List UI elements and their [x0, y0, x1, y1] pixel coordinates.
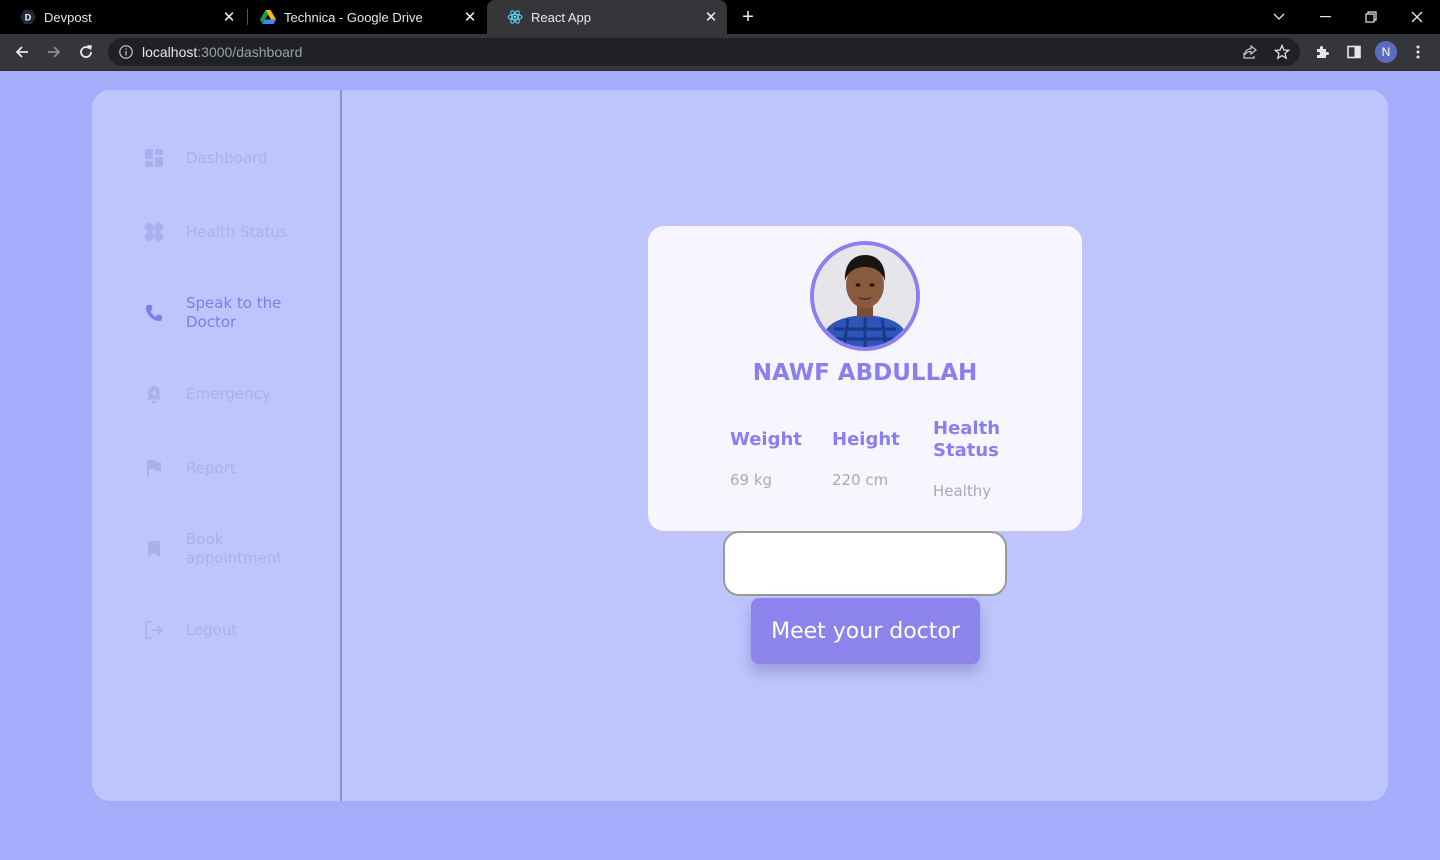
tab-title: Devpost: [44, 9, 92, 25]
sidebar-item-label: Speak to the Doctor: [186, 294, 282, 331]
sidebar: Dashboard Health Status Speak to the Doc…: [92, 90, 342, 801]
browser-tab-strip: D Devpost ✕ Technica - Google Drive ✕ Re…: [0, 0, 1440, 34]
close-tab-icon[interactable]: ✕: [460, 7, 480, 27]
minimize-icon[interactable]: [1302, 0, 1348, 34]
url-text: localhost:3000/dashboard: [142, 44, 303, 60]
sidebar-item-label: Report: [186, 458, 236, 477]
sidebar-item-dashboard[interactable]: Dashboard: [144, 148, 324, 168]
browser-menu-icon[interactable]: [1406, 40, 1430, 64]
flag-icon: [144, 458, 164, 478]
devpost-icon: D: [20, 9, 36, 25]
sidebar-item-health-status[interactable]: Health Status: [144, 222, 324, 242]
health-status-label: Health Status: [933, 418, 1001, 461]
sidebar-item-report[interactable]: Report: [144, 458, 324, 478]
patient-name: NAWF ABDULLAH: [752, 360, 978, 386]
weight-value: 69 kg: [730, 471, 773, 489]
tab-search-icon[interactable]: [1256, 0, 1302, 34]
tab-title: React App: [531, 9, 591, 25]
forward-icon[interactable]: [40, 38, 68, 66]
browser-toolbar: localhost:3000/dashboard: [0, 34, 1440, 71]
react-icon: [507, 9, 523, 25]
tab-react-app[interactable]: React App ✕: [487, 0, 727, 34]
alarm-bell-icon: [144, 384, 164, 404]
height-value: 220 cm: [832, 471, 889, 489]
address-bar[interactable]: localhost:3000/dashboard: [108, 38, 1300, 66]
profile-card: NAWF ABDULLAH Weight 69 kg Height 220 cm…: [648, 226, 1082, 531]
sidebar-item-emergency[interactable]: Emergency: [144, 384, 324, 404]
height-label: Height: [832, 429, 900, 450]
tab-title: Technica - Google Drive: [284, 9, 423, 25]
sidebar-item-book-appointment[interactable]: Book appointment: [144, 530, 324, 568]
meet-doctor-button[interactable]: Meet your doctor: [751, 598, 980, 664]
sidebar-item-logout[interactable]: Logout: [144, 620, 324, 640]
restore-icon[interactable]: [1348, 0, 1394, 34]
close-tab-icon[interactable]: ✕: [219, 7, 239, 27]
reload-icon[interactable]: [72, 38, 100, 66]
close-window-icon[interactable]: [1394, 0, 1440, 34]
phone-icon: [144, 303, 164, 323]
sidebar-item-label: Emergency: [186, 384, 271, 403]
sidebar-item-label: Health Status: [186, 222, 288, 241]
doctor-input[interactable]: [723, 531, 1007, 596]
logout-icon: [144, 620, 164, 640]
sidebar-item-speak-to-doctor[interactable]: Speak to the Doctor: [144, 294, 324, 332]
health-status-value: Healthy: [933, 482, 992, 500]
close-tab-icon[interactable]: ✕: [701, 7, 721, 27]
dashboard-panel: Dashboard Health Status Speak to the Doc…: [92, 90, 1388, 801]
bandage-icon: [144, 222, 164, 242]
bookmark-icon: [144, 539, 164, 559]
site-info-icon[interactable]: [118, 44, 134, 60]
weight-label: Weight: [730, 429, 802, 450]
sidebar-item-label: Dashboard: [186, 148, 268, 167]
tab-devpost[interactable]: D Devpost ✕: [0, 0, 245, 34]
tab-google-drive[interactable]: Technica - Google Drive ✕: [240, 0, 486, 34]
sidebar-item-label: Book appointment: [186, 530, 283, 567]
share-icon[interactable]: [1238, 40, 1262, 64]
new-tab-button[interactable]: +: [737, 6, 759, 28]
bookmark-star-icon[interactable]: [1270, 40, 1294, 64]
extensions-icon[interactable]: [1310, 40, 1334, 64]
avatar: [810, 241, 920, 351]
sidebar-item-label: Logout: [186, 620, 238, 639]
google-drive-icon: [260, 9, 276, 25]
dashboard-icon: [144, 148, 164, 168]
svg-text:D: D: [25, 13, 32, 23]
side-panel-icon[interactable]: [1342, 40, 1366, 64]
back-icon[interactable]: [8, 38, 36, 66]
profile-avatar[interactable]: N: [1375, 41, 1397, 63]
